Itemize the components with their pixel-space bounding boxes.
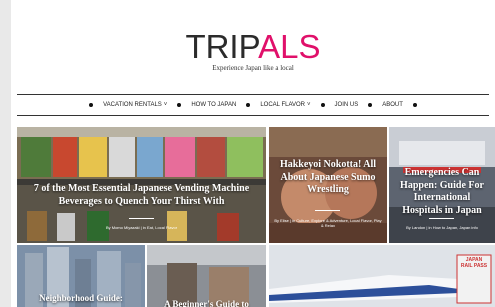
logo-trip: TRIP (185, 28, 259, 65)
post-title[interactable]: Neighborhood Guide: (23, 293, 139, 304)
chevron-down-icon: ˅ (307, 102, 311, 108)
site-logo[interactable]: TRIPALS (11, 30, 495, 63)
post-tile-rail-pass[interactable]: JAPAN RAIL PASS (269, 245, 495, 307)
post-title[interactable]: Emergencies Can Happen: Guide For Intern… (395, 167, 489, 217)
post-meta: By Elise | in Culture, Explore & Adventu… (274, 218, 382, 228)
chevron-down-icon: ˅ (163, 102, 168, 108)
street-photo (147, 245, 266, 307)
nav-bullet (177, 103, 182, 107)
title-divider (315, 210, 340, 211)
post-tile-hospitals[interactable]: Emergencies Can Happen: Guide For Intern… (389, 127, 495, 243)
nav-item-how-to-japan[interactable]: HOW TO JAPAN (191, 102, 236, 108)
nav-item-vacation-rentals[interactable]: VACATION RENTALS ˅ (103, 102, 167, 108)
post-title[interactable]: 7 of the Most Essential Japanese Vending… (23, 183, 260, 208)
post-meta: By Landon | in How to Japan, Japan info (406, 225, 478, 230)
site-tagline: Experience Japan like a local (212, 64, 294, 72)
post-tile-neighborhood[interactable]: Neighborhood Guide: (17, 245, 145, 307)
rail-pass-poster: JAPAN RAIL PASS (457, 257, 491, 269)
post-tile-sumo[interactable]: Hakkeyoi Nokotta! All About Japanese Sum… (269, 127, 387, 243)
nav-item-join-us[interactable]: JOIN US (335, 102, 359, 108)
page: TRIPALS Experience Japan like a local VA… (11, 0, 495, 307)
nav-bullet (368, 103, 373, 107)
post-tile-beginners-guide[interactable]: A Beginner's Guide to (147, 245, 266, 307)
nav-bullet (246, 103, 251, 107)
post-title[interactable]: A Beginner's Guide to (153, 299, 260, 307)
main-nav: VACATION RENTALS ˅ HOW TO JAPAN LOCAL FLA… (17, 94, 489, 116)
nav-bullet (320, 103, 325, 107)
bullet-train-photo (269, 245, 495, 307)
nav-bullet (89, 103, 94, 107)
title-divider (129, 218, 154, 219)
title-divider (429, 218, 454, 219)
nav-item-local-flavor[interactable]: LOCAL FLAVOR ˅ (260, 102, 310, 108)
nav-item-about[interactable]: ABOUT (382, 102, 403, 108)
post-meta: By Momo Miyazaki | in Eat, Local Flavor (105, 225, 178, 230)
logo-pals: ALS (258, 28, 321, 65)
poster-line-2: RAIL PASS (460, 263, 488, 269)
post-title[interactable]: Hakkeyoi Nokotta! All About Japanese Sum… (275, 159, 381, 197)
post-tile-vending-machine[interactable]: 7 of the Most Essential Japanese Vending… (17, 127, 266, 243)
nav-bullet (412, 103, 417, 107)
